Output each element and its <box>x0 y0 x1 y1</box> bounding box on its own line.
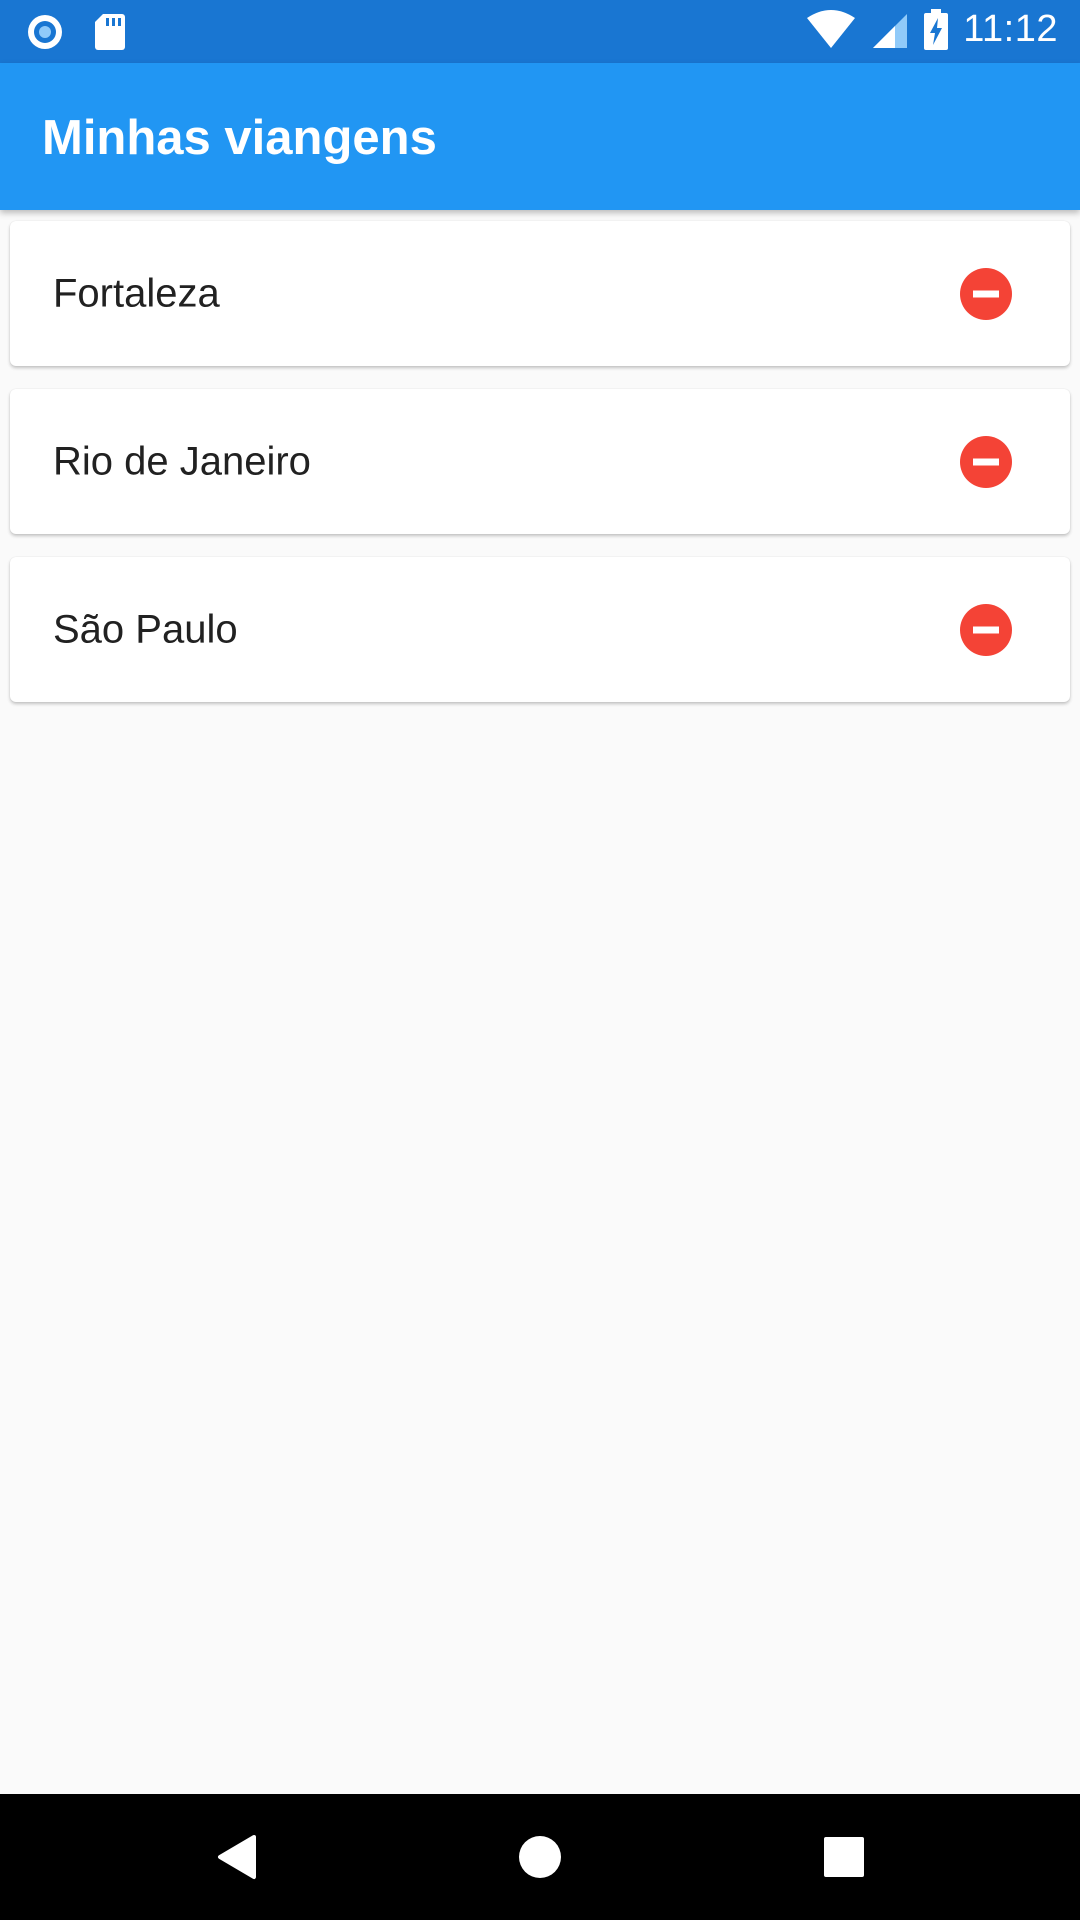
navigation-bar <box>0 1794 1080 1920</box>
status-time: 11:12 <box>963 8 1058 50</box>
status-icons-right: 11:12 <box>805 8 1058 51</box>
app-bar: Minhas viangens <box>0 63 1080 210</box>
list-item[interactable]: São Paulo <box>10 557 1070 702</box>
wifi-icon <box>807 9 856 48</box>
remove-circle-icon[interactable] <box>958 266 1014 322</box>
remove-circle-icon[interactable] <box>958 602 1014 658</box>
trip-name: São Paulo <box>53 607 238 651</box>
recents-button[interactable] <box>811 1824 877 1890</box>
home-icon <box>519 1836 561 1878</box>
list-item[interactable]: Fortaleza <box>10 221 1070 366</box>
home-button[interactable] <box>507 1824 573 1890</box>
back-icon <box>218 1835 256 1879</box>
trip-name: Fortaleza <box>53 271 220 315</box>
trip-list: Fortaleza Rio de Janeiro São Paulo <box>10 221 1070 725</box>
remove-circle-icon[interactable] <box>958 434 1014 490</box>
trip-name: Rio de Janeiro <box>53 439 311 483</box>
status-bar: 11:12 <box>0 0 1080 63</box>
list-item[interactable]: Rio de Janeiro <box>10 389 1070 534</box>
record-icon <box>28 15 62 49</box>
battery-charging-icon <box>924 8 949 50</box>
cell-signal-icon <box>873 13 908 48</box>
back-button[interactable] <box>203 1824 269 1890</box>
recents-icon <box>824 1837 864 1877</box>
status-icons-left <box>26 12 126 52</box>
sd-card-icon <box>95 14 125 50</box>
page-title: Minhas viangens <box>42 111 437 165</box>
